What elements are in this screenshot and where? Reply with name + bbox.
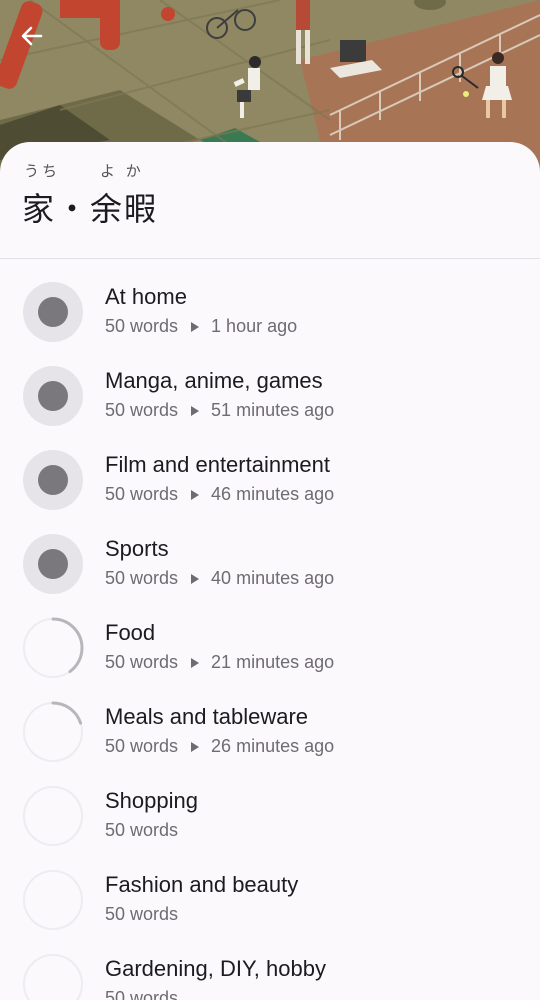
word-count: 50 words — [105, 904, 179, 924]
play-arrow-icon — [191, 405, 200, 416]
progress-ring — [22, 617, 84, 679]
progress-ring — [22, 701, 84, 763]
list-item-title: Manga, anime, games — [105, 368, 323, 393]
list-item-title: Food — [105, 620, 156, 645]
list-item-meta: 50 words 21 minutes ago — [105, 652, 334, 673]
list-item-meta: 50 words — [105, 820, 178, 841]
play-arrow-icon — [191, 657, 200, 668]
progress-ring — [23, 450, 83, 510]
progress-ring — [23, 870, 83, 930]
page-header: うち よ か 家・余暇 — [22, 160, 158, 230]
word-count: 50 words — [105, 316, 179, 336]
list-item-film-and-entertainment[interactable]: Film and entertainment 50 words 46 minut… — [0, 436, 540, 520]
arrow-left-icon — [21, 26, 43, 46]
last-studied-time: 46 minutes ago — [211, 484, 335, 504]
play-arrow-icon — [191, 489, 200, 500]
progress-ring — [23, 954, 83, 1000]
progress-ring — [23, 282, 83, 342]
list-item-at-home[interactable]: At home 50 words 1 hour ago — [0, 268, 540, 352]
list-item-title: Sports — [105, 536, 169, 561]
progress-ring — [23, 786, 83, 846]
furigana-uchi: うち — [24, 162, 61, 180]
list-item-meta: 50 words 46 minutes ago — [105, 484, 334, 505]
list-item-meals-and-tableware[interactable]: Meals and tableware 50 words 26 minutes … — [0, 688, 540, 772]
list-item-title: At home — [105, 284, 187, 309]
list-item-food[interactable]: Food 50 words 21 minutes ago — [0, 604, 540, 688]
word-count: 50 words — [105, 820, 179, 840]
word-count: 50 words — [105, 652, 179, 672]
last-studied-time: 21 minutes ago — [211, 652, 335, 672]
list-item-title: Shopping — [105, 788, 198, 813]
list-item-fashion-and-beauty[interactable]: Fashion and beauty 50 words — [0, 856, 540, 940]
list-item-meta: 50 words — [105, 904, 178, 925]
list-item-meta: 50 words 51 minutes ago — [105, 400, 334, 421]
list-item-gardening-diy-hobby[interactable]: Gardening, DIY, hobby 50 words — [0, 940, 540, 1000]
list-item-meta: 50 words — [105, 988, 178, 1000]
list-item-title: Gardening, DIY, hobby — [105, 956, 326, 981]
last-studied-time: 1 hour ago — [211, 316, 298, 336]
last-studied-time: 51 minutes ago — [211, 400, 335, 420]
word-count: 50 words — [105, 736, 179, 756]
ring-track — [23, 870, 83, 930]
complete-dot — [38, 465, 68, 495]
last-studied-time: 26 minutes ago — [211, 736, 335, 756]
complete-dot — [38, 381, 68, 411]
play-arrow-icon — [191, 321, 200, 332]
complete-dot — [38, 549, 68, 579]
word-count: 50 words — [105, 484, 179, 504]
progress-ring — [23, 366, 83, 426]
word-count: 50 words — [105, 400, 179, 420]
list-item-title: Film and entertainment — [105, 452, 330, 477]
page-title: 家・余暇 — [22, 190, 159, 228]
list-item-title: Meals and tableware — [105, 704, 309, 729]
list-item-title: Fashion and beauty — [105, 872, 299, 897]
furigana-row: うち よ か — [22, 160, 158, 182]
last-studied-time: 40 minutes ago — [211, 568, 335, 588]
play-arrow-icon — [191, 573, 200, 584]
list-item-meta: 50 words 26 minutes ago — [105, 736, 334, 757]
complete-dot — [38, 297, 68, 327]
play-arrow-icon — [191, 741, 200, 752]
list-item-sports[interactable]: Sports 50 words 40 minutes ago — [0, 520, 540, 604]
word-count: 50 words — [105, 988, 179, 1000]
word-list: At home 50 words 1 hour ago Manga, anime… — [0, 268, 540, 1000]
deck-sheet: うち よ か 家・余暇 At home 50 words 1 hour ago … — [0, 142, 540, 1000]
back-button[interactable] — [10, 14, 54, 58]
word-count: 50 words — [105, 568, 179, 588]
list-item-manga-anime-games[interactable]: Manga, anime, games 50 words 51 minutes … — [0, 352, 540, 436]
furigana-yoka: よ か — [100, 162, 144, 180]
divider — [0, 258, 540, 259]
ring-track — [23, 954, 83, 1000]
progress-ring — [23, 534, 83, 594]
list-item-shopping[interactable]: Shopping 50 words — [0, 772, 540, 856]
list-item-meta: 50 words 40 minutes ago — [105, 568, 334, 589]
ring-track — [23, 786, 83, 846]
list-item-meta: 50 words 1 hour ago — [105, 316, 297, 337]
